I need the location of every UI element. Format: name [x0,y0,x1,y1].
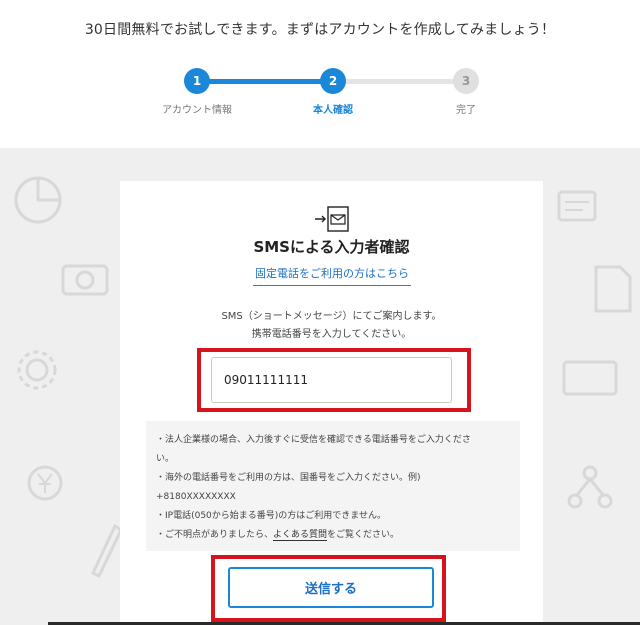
step-3-dot: 3 [453,68,479,94]
note-line-1: ・法人企業様の場合、入力後すぐに受信を確認できる電話番号をご入力くださ [156,435,471,445]
monitor-icon [562,360,618,396]
step-1-dot: 1 [184,68,210,94]
gear-icon [17,350,57,390]
phone-number-input[interactable] [211,357,452,403]
header-area: 30日間無料でお試しできます。まずはアカウントを作成してみましょう！ 1 2 3… [0,0,640,148]
card-title: SMSによる入力者確認 [253,238,410,256]
ftp-icon [594,265,632,313]
notes-box: ・法人企業様の場合、入力後すぐに受信を確認できる電話番号をご入力くださ い。 ・… [146,421,520,551]
stepper-track-done [197,79,333,84]
camera-icon [61,264,109,296]
note-line-6: ・ご不明点がありましたら、よくある質問をご覧ください。 [156,526,520,545]
guide-line-2: 携帯電話番号を入力してください。 [251,329,412,340]
sms-verification-card: SMSによる入力者確認 固定電話をご利用の方はこちら SMS（ショートメッセージ… [120,181,543,625]
landline-link[interactable]: 固定電話をご利用の方はこちら [253,265,411,286]
pencil-icon [91,523,123,578]
network-icon [567,465,613,509]
note-line-2: い。 [156,454,175,464]
note-line-6-prefix: ・ご不明点がありましたら、 [156,530,274,540]
submit-button[interactable]: 送信する [228,567,434,608]
document-icon [557,190,597,222]
step-1-label: アカウント情報 [162,105,232,116]
step-2-dot: 2 [320,68,346,94]
intro-text: 30日間無料でお試しできます。まずはアカウントを作成してみましょう！ [84,22,556,38]
sms-guide-text: SMS（ショートメッセージ）にてご案内します。 携帯電話番号を入力してください。 [120,308,543,344]
step-3-label: 完了 [456,105,476,116]
note-line-5: ・IP電話(050から始まる番号)の方はご利用できません。 [156,511,387,521]
progress-stepper: 1 2 3 アカウント情報 本人確認 完了 [0,68,640,128]
note-line-3: ・海外の電話番号をご利用の方は、国番号をご入力ください。例) [156,473,421,483]
stepper-track-todo [333,79,466,84]
note-line-6-suffix: をご覧ください。 [327,530,400,540]
step-2-label: 本人確認 [313,105,353,116]
faq-link[interactable]: よくある質問 [273,530,328,541]
yen-coin-icon [27,465,63,501]
pie-chart-icon [14,176,62,224]
guide-line-1: SMS（ショートメッセージ）にてご案内します。 [221,311,442,322]
sms-mail-icon [315,206,349,232]
note-line-4: +8180XXXXXXXX [156,492,236,502]
